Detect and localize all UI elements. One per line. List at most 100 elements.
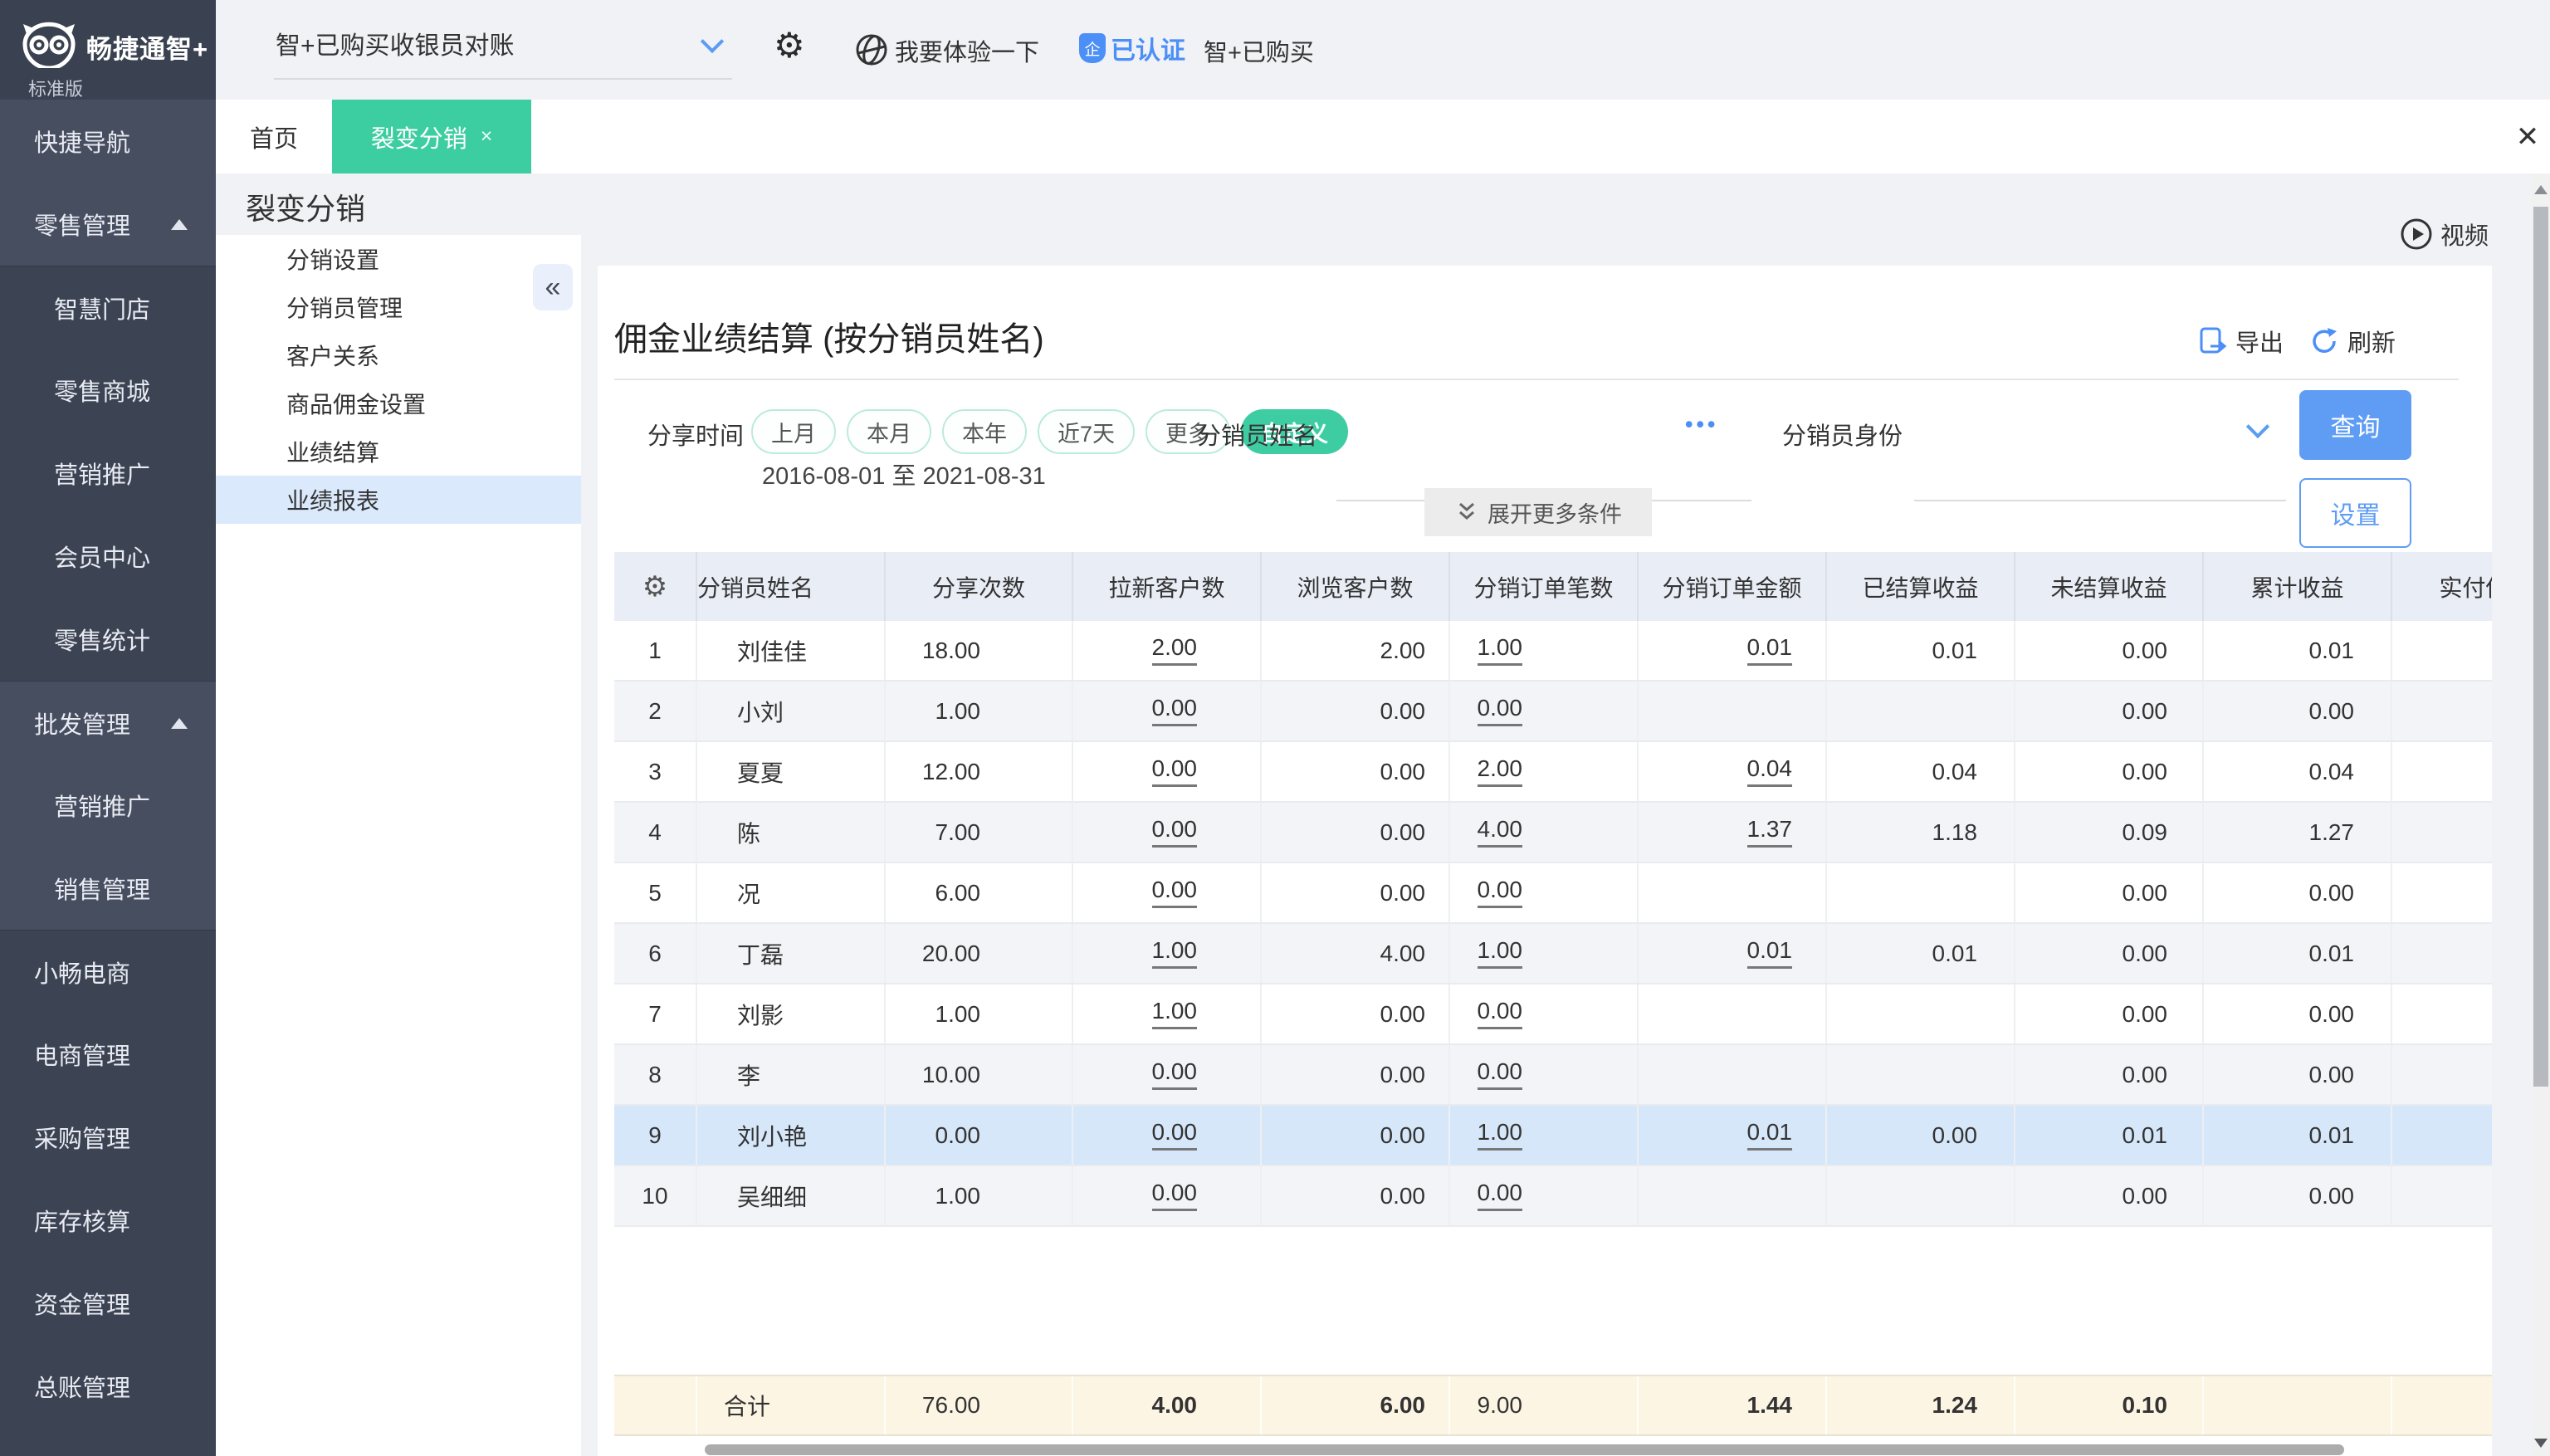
tab-home[interactable]: 首页 xyxy=(216,100,332,173)
cell-order-count-link[interactable]: 4.00 xyxy=(1478,817,1523,848)
gear-icon[interactable]: ⚙ xyxy=(774,28,805,63)
cell-new-customers-link[interactable]: 0.00 xyxy=(1152,1180,1198,1212)
expand-more-conditions-button[interactable]: 展开更多条件 xyxy=(1424,488,1652,536)
collapse-sidebar-button[interactable]: « xyxy=(533,264,573,310)
sidebar-item[interactable]: 总账管理 xyxy=(0,1345,216,1428)
refresh-button[interactable]: 刷新 xyxy=(2309,324,2396,359)
time-pill[interactable]: 本年 xyxy=(942,409,1027,454)
table-row[interactable]: 5 况 6.00 0.00 0.00 0.00 0.00 0.00 xyxy=(614,863,2492,924)
sidebar-item[interactable]: 零售统计 xyxy=(0,598,216,681)
time-pill[interactable]: 上月 xyxy=(751,409,836,454)
cell-order-count-link[interactable]: 2.00 xyxy=(1478,756,1523,788)
cell-order-count-link[interactable]: 0.00 xyxy=(1478,696,1523,727)
search-button[interactable]: 查询 xyxy=(2299,390,2411,460)
header-settled-income[interactable]: 已结算收益 xyxy=(1827,552,2015,621)
cell-new-customers-link[interactable]: 0.00 xyxy=(1152,756,1198,788)
cell-new-customers-link[interactable]: 0.00 xyxy=(1152,1120,1198,1151)
header-share-count[interactable]: 分享次数 xyxy=(886,552,1073,621)
cell-order-count-link[interactable]: 0.00 xyxy=(1478,1059,1523,1091)
sidebar-item[interactable]: 采购管理 xyxy=(0,1096,216,1179)
secondary-menu-item[interactable]: 商品佣金设置 xyxy=(216,379,581,428)
cell-order-count-link[interactable]: 1.00 xyxy=(1478,635,1523,667)
workspace-select[interactable]: 智+已购买收银员对账 xyxy=(276,25,732,61)
table-row[interactable]: 6 丁磊 20.00 1.00 4.00 1.00 0.01 0.01 0.00… xyxy=(614,924,2492,985)
cell-order-amount-link[interactable]: 0.04 xyxy=(1747,756,1793,788)
sidebar-item[interactable]: 电商管理 xyxy=(0,1013,216,1096)
column-settings-gear-icon[interactable]: ⚙ xyxy=(614,552,697,621)
table-row[interactable]: 7 刘影 1.00 1.00 0.00 0.00 0.00 0.00 xyxy=(614,985,2492,1045)
more-options-dots-icon[interactable]: ••• xyxy=(1685,412,1718,437)
sidebar-item[interactable]: 零售管理 xyxy=(0,183,216,266)
header-order-count[interactable]: 分销订单笔数 xyxy=(1450,552,1639,621)
tab-close-icon[interactable]: × xyxy=(481,125,493,149)
settings-button[interactable]: 设置 xyxy=(2299,478,2411,548)
scroll-up-arrow-icon[interactable] xyxy=(2534,185,2548,194)
header-view-customers[interactable]: 浏览客户数 xyxy=(1262,552,1450,621)
table-row[interactable]: 8 李 10.00 0.00 0.00 0.00 0.00 0.00 xyxy=(614,1045,2492,1106)
cell-order-count-link[interactable]: 0.00 xyxy=(1478,877,1523,909)
scroll-down-arrow-icon[interactable] xyxy=(2534,1439,2548,1448)
sidebar-item[interactable]: 智慧门店 xyxy=(0,266,216,349)
time-pill[interactable]: 本月 xyxy=(847,409,931,454)
sidebar-item[interactable]: 资金管理 xyxy=(0,1262,216,1345)
cell-order-count-link[interactable]: 0.00 xyxy=(1478,1180,1523,1212)
cell-new-customers-link[interactable]: 0.00 xyxy=(1152,877,1198,909)
experience-link[interactable]: 我要体验一下 xyxy=(895,33,1039,68)
certified-badge[interactable]: 企 已认证 xyxy=(1079,30,1185,66)
sidebar-item[interactable]: 小畅电商 xyxy=(0,930,216,1013)
sidebar-item[interactable]: 库存核算 xyxy=(0,1179,216,1262)
date-range-value[interactable]: 2016-08-01 至 2021-08-31 xyxy=(762,457,1046,491)
app-logo-block: 畅捷通智+ 标准版 xyxy=(0,0,216,100)
export-button[interactable]: 导出 xyxy=(2197,324,2284,359)
cell-view-customers: 0.00 xyxy=(1262,863,1450,922)
header-total-income[interactable]: 累计收益 xyxy=(2204,552,2392,621)
cell-order-amount-link[interactable]: 0.01 xyxy=(1747,1120,1793,1151)
header-new-customers[interactable]: 拉新客户数 xyxy=(1073,552,1262,621)
sidebar-item[interactable]: 税务管理 xyxy=(0,1428,216,1456)
sidebar-item[interactable]: 零售商城 xyxy=(0,349,216,432)
time-pill-label: 近7天 xyxy=(1058,416,1115,448)
header-paid-commission[interactable]: 实付佣金 xyxy=(2392,552,2492,621)
secondary-menu-item[interactable]: 业绩结算 xyxy=(216,428,581,476)
distributor-identity-select[interactable] xyxy=(1914,500,2286,501)
cell-order-amount-link[interactable]: 1.37 xyxy=(1747,817,1793,848)
cell-new-customers-link[interactable]: 2.00 xyxy=(1152,635,1198,667)
cell-order-count-link[interactable]: 0.00 xyxy=(1478,999,1523,1030)
tab-active[interactable]: 裂变分销 × xyxy=(332,100,531,173)
cell-new-customers-link[interactable]: 1.00 xyxy=(1152,999,1198,1030)
sidebar-item[interactable]: 批发管理 xyxy=(0,681,216,764)
table-row[interactable]: 4 陈 7.00 0.00 0.00 4.00 1.37 1.18 0.09 1… xyxy=(614,803,2492,863)
cell-new-customers-link[interactable]: 0.00 xyxy=(1152,817,1198,848)
cell-new-customers-link[interactable]: 1.00 xyxy=(1152,938,1198,970)
cell-new-customers-link[interactable]: 0.00 xyxy=(1152,1059,1198,1091)
cell-new-customers-link[interactable]: 0.00 xyxy=(1152,696,1198,727)
table-row[interactable]: 2 小刘 1.00 0.00 0.00 0.00 0.00 0.00 xyxy=(614,682,2492,742)
cell-order-count-link[interactable]: 1.00 xyxy=(1478,938,1523,970)
time-pill[interactable]: 近7天 xyxy=(1038,409,1135,454)
chevron-down-icon[interactable] xyxy=(2246,415,2269,438)
table-row[interactable]: 1 刘佳佳 18.00 2.00 2.00 1.00 0.01 0.01 0.0… xyxy=(614,621,2492,682)
cell-order-amount-link[interactable]: 0.01 xyxy=(1747,938,1793,970)
table-row[interactable]: 9 刘小艳 0.00 0.00 0.00 1.00 0.01 0.00 0.01… xyxy=(614,1106,2492,1166)
horizontal-scrollbar-thumb[interactable] xyxy=(705,1444,2344,1455)
close-all-tabs-icon[interactable]: ✕ xyxy=(2508,118,2547,156)
table-row[interactable]: 3 夏夏 12.00 0.00 0.00 2.00 0.04 0.04 0.00… xyxy=(614,742,2492,803)
header-order-amount[interactable]: 分销订单金额 xyxy=(1639,552,1827,621)
header-unsettled-income[interactable]: 未结算收益 xyxy=(2015,552,2204,621)
cell-order-amount-link[interactable]: 0.01 xyxy=(1747,635,1793,667)
secondary-menu-item[interactable]: 分销设置 xyxy=(216,235,581,283)
vertical-scrollbar-thumb[interactable] xyxy=(2533,207,2548,1087)
vertical-scrollbar[interactable] xyxy=(2532,173,2550,1456)
secondary-menu-item[interactable]: 分销员管理 xyxy=(216,283,581,331)
sidebar-item[interactable]: 会员中心 xyxy=(0,515,216,598)
sidebar-item[interactable]: 销售管理 xyxy=(0,847,216,930)
table-row[interactable]: 10 吴细细 1.00 0.00 0.00 0.00 0.00 0.00 xyxy=(614,1166,2492,1227)
secondary-menu-item[interactable]: 业绩报表 xyxy=(216,476,581,524)
secondary-menu-item[interactable]: 客户关系 xyxy=(216,331,581,379)
header-distributor-name[interactable]: 分销员姓名 xyxy=(697,552,886,621)
sidebar-item[interactable]: 营销推广 xyxy=(0,764,216,847)
sidebar-item[interactable]: 营销推广 xyxy=(0,432,216,515)
video-link[interactable]: 视频 xyxy=(2399,217,2489,252)
sidebar-item[interactable]: 快捷导航 xyxy=(0,100,216,183)
cell-order-count-link[interactable]: 1.00 xyxy=(1478,1120,1523,1151)
